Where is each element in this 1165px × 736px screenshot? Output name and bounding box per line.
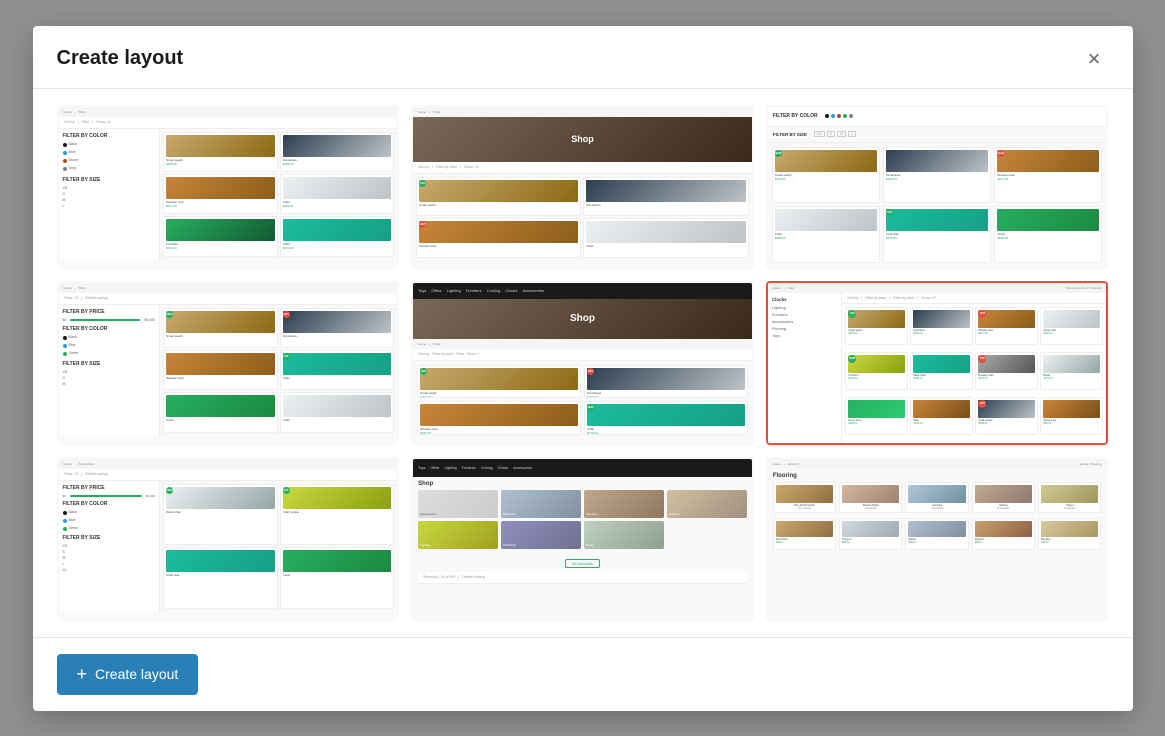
layout-card[interactable]: Home›Shop Sort by|Filter|Show: 12 FILTER… — [57, 105, 400, 269]
close-button[interactable]: × — [1080, 44, 1109, 74]
layouts-grid: Home›Shop Sort by|Filter|Show: 12 FILTER… — [57, 105, 1109, 621]
plus-icon: + — [77, 664, 88, 685]
modal-overlay: Create layout × Home›Shop Sort by|Filter… — [0, 0, 1165, 736]
layout-card[interactable]: Toys Office Lighting Furniture Cooling C… — [411, 457, 754, 621]
create-layout-button[interactable]: + Create layout — [57, 654, 199, 695]
layout-card-selected[interactable]: Home›Shop Showing 1-12 of 73 results Clo… — [766, 281, 1109, 445]
layout-card[interactable]: Toys Office Lighting Furniture Cooling C… — [411, 281, 754, 445]
layout-card[interactable]: FILTER BY COLOR FILTER BY SIZE — [766, 105, 1109, 269]
layout-card[interactable]: Home›Flooring Home / Flooring Flooring D… — [766, 457, 1109, 621]
layout-card[interactable]: Home›Shop Show: 12|Default sorting FILTE… — [57, 281, 400, 445]
modal-header: Create layout × — [33, 26, 1133, 89]
layout-card[interactable]: Home›All products Show: 12|Default sorti… — [57, 457, 400, 621]
create-layout-modal: Create layout × Home›Shop Sort by|Filter… — [33, 26, 1133, 711]
modal-title: Create layout — [57, 47, 184, 70]
create-layout-button-label: Create layout — [95, 666, 178, 682]
modal-body: Home›Shop Sort by|Filter|Show: 12 FILTER… — [33, 89, 1133, 637]
layout-card[interactable]: Home›Shop Shop Sort by|Filter by price|S… — [411, 105, 754, 269]
modal-footer: + Create layout — [33, 637, 1133, 711]
